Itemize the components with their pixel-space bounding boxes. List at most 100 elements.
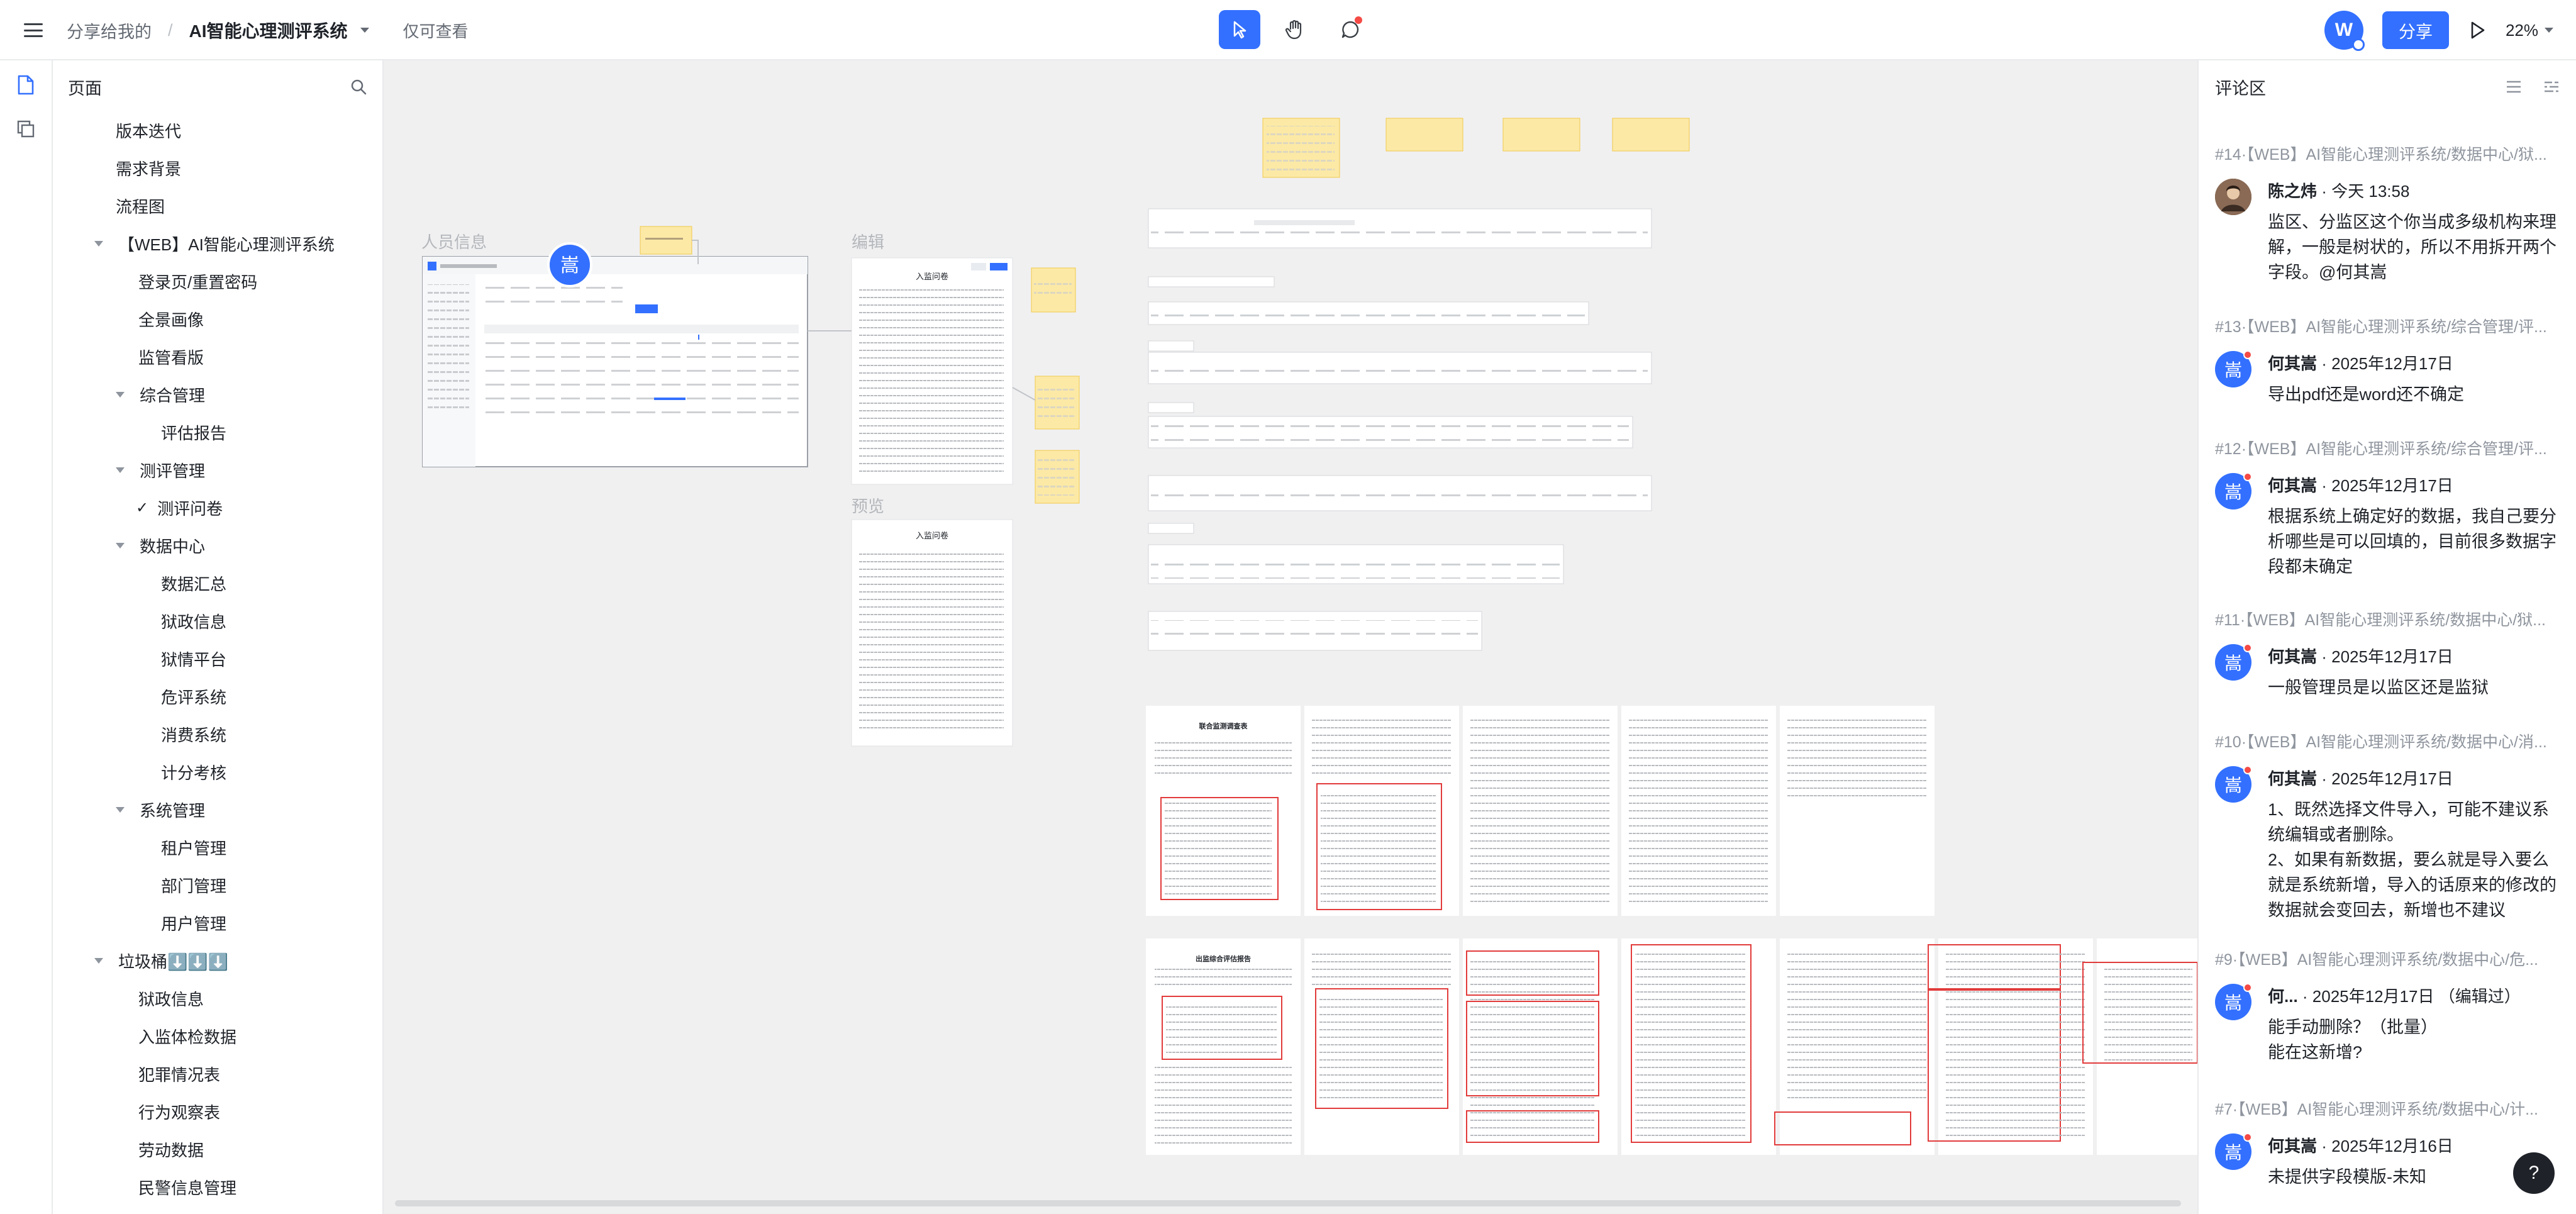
tree-item[interactable]: 版本迭代 — [116, 114, 181, 146]
sticky-note — [1612, 118, 1690, 152]
tree-item-selected[interactable]: ✓ 测评问卷 — [136, 492, 223, 523]
tree-item-group[interactable]: 系统管理 — [116, 794, 205, 825]
help-button[interactable]: ? — [2513, 1152, 2555, 1194]
comment-item[interactable]: #13·【WEB】AI智能心理测评系统/综合管理/评... 嵩 何其嵩 · 20… — [2215, 315, 2555, 407]
tree-item[interactable]: 入监体检数据 — [138, 1020, 236, 1052]
chevron-down-icon[interactable] — [360, 28, 369, 33]
sticky-note — [1502, 118, 1580, 152]
sticky-note — [640, 226, 692, 255]
search-icon[interactable] — [350, 78, 367, 96]
preview-form-title: 入监问卷 — [916, 531, 948, 541]
document-pages-row-2: 出监综合评估报告 — [1146, 938, 2197, 1155]
hand-tool-button[interactable] — [1274, 10, 1316, 49]
page-sidebar: 页面 版本迭代 需求背景 流程图 【WEB】AI智能心理测评系统 登录页/重置密… — [53, 60, 384, 1214]
commenter-avatar: 嵩 — [2215, 350, 2252, 387]
tree-item[interactable]: 全景画像 — [138, 303, 204, 335]
unread-dot — [2243, 766, 2252, 774]
top-bar-right: W 分享 22% — [2324, 0, 2553, 60]
breadcrumb-separator: / — [168, 20, 173, 40]
breadcrumb-parent[interactable]: 分享给我的 — [67, 18, 152, 43]
avatar-char: 嵩 — [2224, 482, 2242, 502]
tree-item-label: 民警信息管理 — [138, 1178, 237, 1198]
comment-reference[interactable]: #7·【WEB】AI智能心理测评系统/数据中心/计... — [2215, 1097, 2555, 1120]
tree-item[interactable]: 登录页/重置密码 — [138, 265, 257, 297]
comment-reference[interactable]: #13·【WEB】AI智能心理测评系统/综合管理/评... — [2215, 315, 2555, 337]
tree-item-label: 流程图 — [116, 197, 165, 216]
tree-item-label: 版本迭代 — [116, 121, 182, 141]
tree-item[interactable]: 部门管理 — [161, 869, 226, 901]
connector-line — [1012, 387, 1036, 401]
filter-icon[interactable] — [2543, 80, 2560, 94]
chevron-down-icon[interactable] — [116, 391, 125, 398]
tree-item-group[interactable]: 测评管理 — [116, 454, 205, 486]
comments-header: 评论区 — [2199, 60, 2576, 113]
tree-item-label: 入监体检数据 — [138, 1027, 237, 1047]
tree-item[interactable]: 监管看版 — [138, 341, 204, 372]
comment-author: 何... — [2268, 987, 2298, 1006]
comment-item[interactable]: #10·【WEB】AI智能心理测评系统/数据中心/消... 嵩 何其嵩 · 20… — [2215, 730, 2557, 923]
comment-item[interactable]: #14·【WEB】AI智能心理测评系统/数据中心/狱... 陈之炜 · 今天 1… — [2215, 142, 2557, 285]
chevron-down-icon — [2545, 28, 2553, 33]
comment-reference[interactable]: #9·【WEB】AI智能心理测评系统/数据中心/危... — [2215, 947, 2555, 970]
chevron-down-icon[interactable] — [116, 806, 125, 813]
comment-item[interactable]: #9·【WEB】AI智能心理测评系统/数据中心/危... 嵩 何... · 20… — [2215, 947, 2555, 1065]
tree-item[interactable]: 行为观察表 — [138, 1096, 220, 1127]
tree-item[interactable]: 狱政信息 — [161, 605, 226, 637]
tree-item[interactable]: 消费系统 — [161, 718, 226, 750]
tree-item[interactable]: 租户管理 — [161, 832, 226, 863]
doc-title[interactable]: AI智能心理测评系统 — [189, 18, 348, 43]
comment-reference[interactable]: #14·【WEB】AI智能心理测评系统/数据中心/狱... — [2215, 142, 2555, 165]
whiteboard-canvas[interactable]: 人员信息 编辑 预览 嵩 入监问卷 入监问卷 联合监测调查表 出监综合评估报告 — [384, 60, 2197, 1214]
sidebar-title: 页面 — [68, 79, 102, 98]
play-icon[interactable] — [2468, 20, 2487, 40]
tree-item[interactable]: 评估报告 — [161, 416, 226, 448]
tree-item[interactable]: 劳动数据 — [138, 1133, 204, 1165]
tree-item-label: 消费系统 — [161, 725, 227, 745]
tree-item-label: 系统管理 — [140, 801, 206, 820]
comment-reference[interactable]: #10·【WEB】AI智能心理测评系统/数据中心/消... — [2215, 730, 2555, 752]
zoom-control[interactable]: 22% — [2506, 21, 2553, 40]
select-tool-button[interactable] — [1219, 10, 1260, 49]
layers-icon[interactable] — [16, 118, 35, 140]
comment-reference[interactable]: #12·【WEB】AI智能心理测评系统/综合管理/评... — [2215, 437, 2555, 459]
chevron-down-icon[interactable] — [116, 542, 125, 549]
sticky-note-lines — [1034, 279, 1072, 298]
chevron-down-icon[interactable] — [94, 240, 103, 247]
comment-body: 一般管理员是以监区还是监狱 — [2268, 678, 2489, 697]
permission-label: 仅可查看 — [402, 21, 469, 41]
menu-icon[interactable] — [24, 23, 43, 37]
tree-item-group[interactable]: 综合管理 — [116, 379, 205, 410]
tree-item[interactable]: 狱政信息 — [138, 983, 204, 1014]
comments-panel: 评论区 #14·【WEB】AI智能心理测评系统/数据中心/狱... 陈之炜 · … — [2197, 60, 2576, 1214]
sticky-note-lines — [1038, 384, 1075, 421]
tree-item[interactable]: 用户管理 — [161, 907, 226, 938]
comment-item[interactable]: #12·【WEB】AI智能心理测评系统/综合管理/评... 嵩 何其嵩 · 20… — [2215, 437, 2557, 579]
tree-item-group[interactable]: 垃圾桶⬇️⬇️⬇️ — [94, 945, 228, 976]
tree-item-label: 犯罪情况表 — [138, 1065, 221, 1084]
comment-item[interactable]: #7·【WEB】AI智能心理测评系统/数据中心/计... 嵩 何其嵩 · 202… — [2215, 1097, 2555, 1189]
tree-item[interactable]: 狱情平台 — [161, 643, 226, 674]
comment-item[interactable]: #11·【WEB】AI智能心理测评系统/数据中心/狱... 嵩 何其嵩 · 20… — [2215, 608, 2555, 700]
tree-item[interactable]: 流程图 — [116, 190, 165, 221]
share-button[interactable]: 分享 — [2382, 11, 2449, 49]
chevron-down-icon[interactable] — [94, 957, 103, 964]
list-icon[interactable] — [2506, 80, 2522, 94]
page-icon[interactable] — [16, 74, 35, 96]
sticky-note — [1385, 118, 1463, 152]
tree-item[interactable]: 数据汇总 — [161, 567, 226, 599]
tree-item-label: 劳动数据 — [138, 1140, 204, 1160]
user-avatar[interactable]: W — [2324, 11, 2365, 51]
avatar-letter: W — [2334, 19, 2353, 40]
horizontal-scrollbar[interactable] — [395, 1200, 2181, 1206]
comment-time: · 2025年12月17日 — [2321, 354, 2453, 373]
tree-item-group[interactable]: 数据中心 — [116, 530, 205, 561]
tree-item[interactable]: 危评系统 — [161, 681, 226, 712]
tree-item[interactable]: 计分考核 — [161, 756, 226, 788]
tree-item-group[interactable]: 【WEB】AI智能心理测评系统 — [94, 228, 335, 259]
chevron-down-icon[interactable] — [116, 467, 125, 473]
tree-item[interactable]: 民警信息管理 — [138, 1171, 236, 1203]
tree-item[interactable]: 需求背景 — [116, 152, 181, 184]
comment-reference[interactable]: #11·【WEB】AI智能心理测评系统/数据中心/狱... — [2215, 608, 2555, 630]
tree-item[interactable]: 犯罪情况表 — [138, 1058, 220, 1089]
comment-tool-button[interactable] — [1330, 10, 1371, 49]
